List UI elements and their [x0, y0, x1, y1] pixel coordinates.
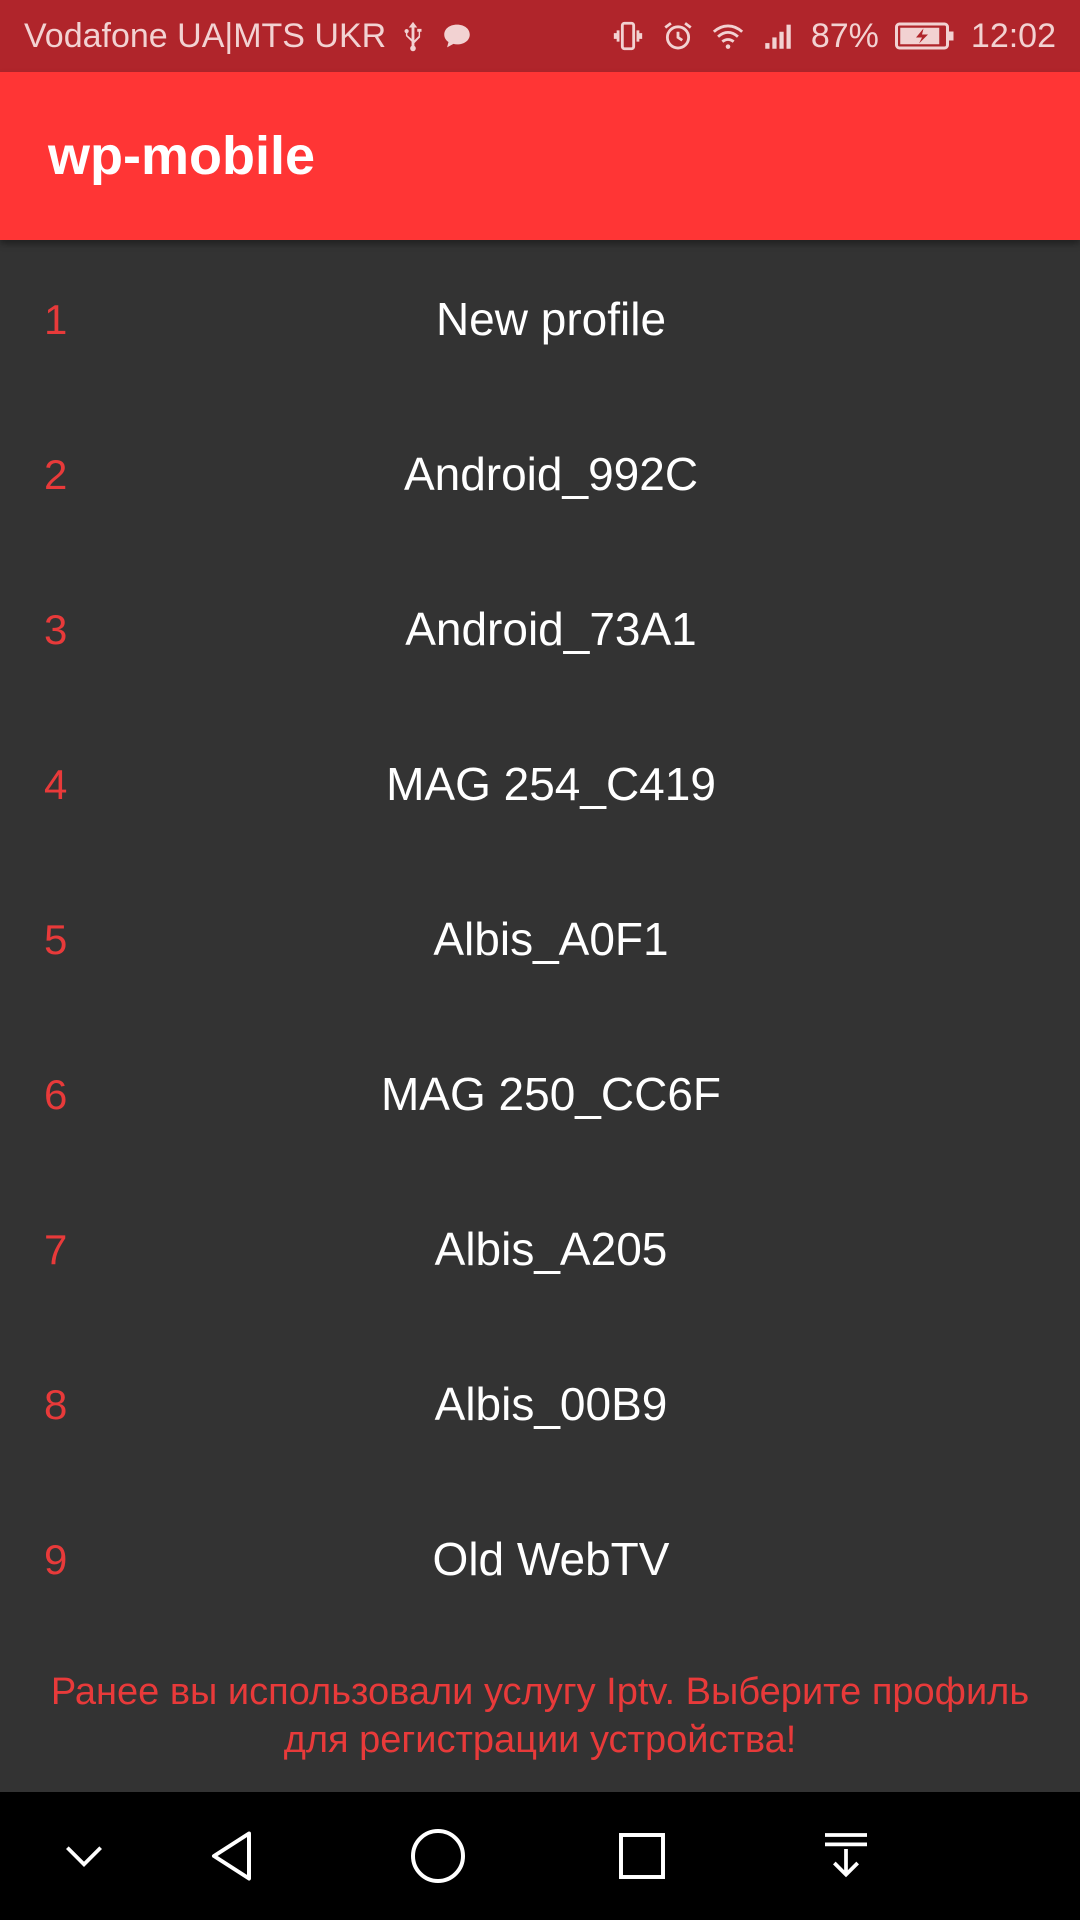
profile-item[interactable]: 8 Albis_00B9	[0, 1325, 1080, 1480]
carrier-label: Vodafone UA|MTS UKR	[24, 16, 387, 55]
back-button[interactable]	[196, 1818, 272, 1894]
profile-name: MAG 254_C419	[386, 758, 716, 810]
profile-name: MAG 250_CC6F	[380, 1068, 721, 1120]
home-button[interactable]	[400, 1818, 476, 1894]
notification-pull-icon	[825, 1833, 867, 1878]
clock: 12:02	[970, 16, 1056, 55]
battery-percent: 87%	[810, 16, 879, 55]
home-icon	[411, 1829, 465, 1883]
profile-item[interactable]: 5 Albis_A0F1	[0, 860, 1080, 1015]
back-icon	[212, 1831, 251, 1881]
app-bar: wp-mobile	[0, 72, 1080, 240]
hide-keyboard-icon	[66, 1846, 102, 1867]
profile-name: Old WebTV	[432, 1533, 670, 1585]
profile-name: Albis_00B9	[434, 1378, 668, 1430]
app-title: wp-mobile	[48, 126, 315, 186]
profile-item[interactable]: 3 Android_73A1	[0, 550, 1080, 705]
profile-name: Android_992C	[403, 448, 699, 500]
usb-icon	[404, 21, 422, 52]
profile-item[interactable]: 7 Albis_A205	[0, 1170, 1080, 1325]
profile-name: Albis_A0F1	[433, 913, 669, 965]
profile-item[interactable]: 9 Old WebTV	[0, 1480, 1080, 1635]
profile-item[interactable]: 2 Android_992C	[0, 395, 1080, 550]
navigation-bar	[0, 1792, 1080, 1920]
recents-icon	[619, 1833, 665, 1879]
message-icon	[444, 24, 470, 48]
notification-pull-button[interactable]	[808, 1818, 884, 1894]
battery-charging-icon	[894, 22, 954, 50]
profile-item[interactable]: 4 MAG 254_C419	[0, 705, 1080, 860]
profile-item[interactable]: 1 New profile	[0, 240, 1080, 395]
profile-item[interactable]: 6 MAG 250_CC6F	[0, 1015, 1080, 1170]
profile-name: Android_73A1	[405, 603, 697, 655]
recents-button[interactable]	[604, 1818, 680, 1894]
profile-list: 1 New profile 2 Android_992C 3 Android_7…	[0, 240, 1080, 1635]
vibrate-icon	[613, 21, 643, 51]
profile-name: Albis_A205	[434, 1223, 668, 1275]
signal-icon	[765, 24, 791, 49]
wifi-icon	[712, 24, 743, 49]
registration-notice: Ранее вы использовали услугу Iptv. Выбер…	[50, 1671, 1030, 1761]
alarm-icon	[664, 22, 692, 50]
profile-name: New profile	[435, 293, 667, 345]
hide-keyboard-button[interactable]	[46, 1818, 122, 1894]
status-bar: Vodafone UA|MTS UKR 87% 12:02	[0, 0, 1080, 72]
